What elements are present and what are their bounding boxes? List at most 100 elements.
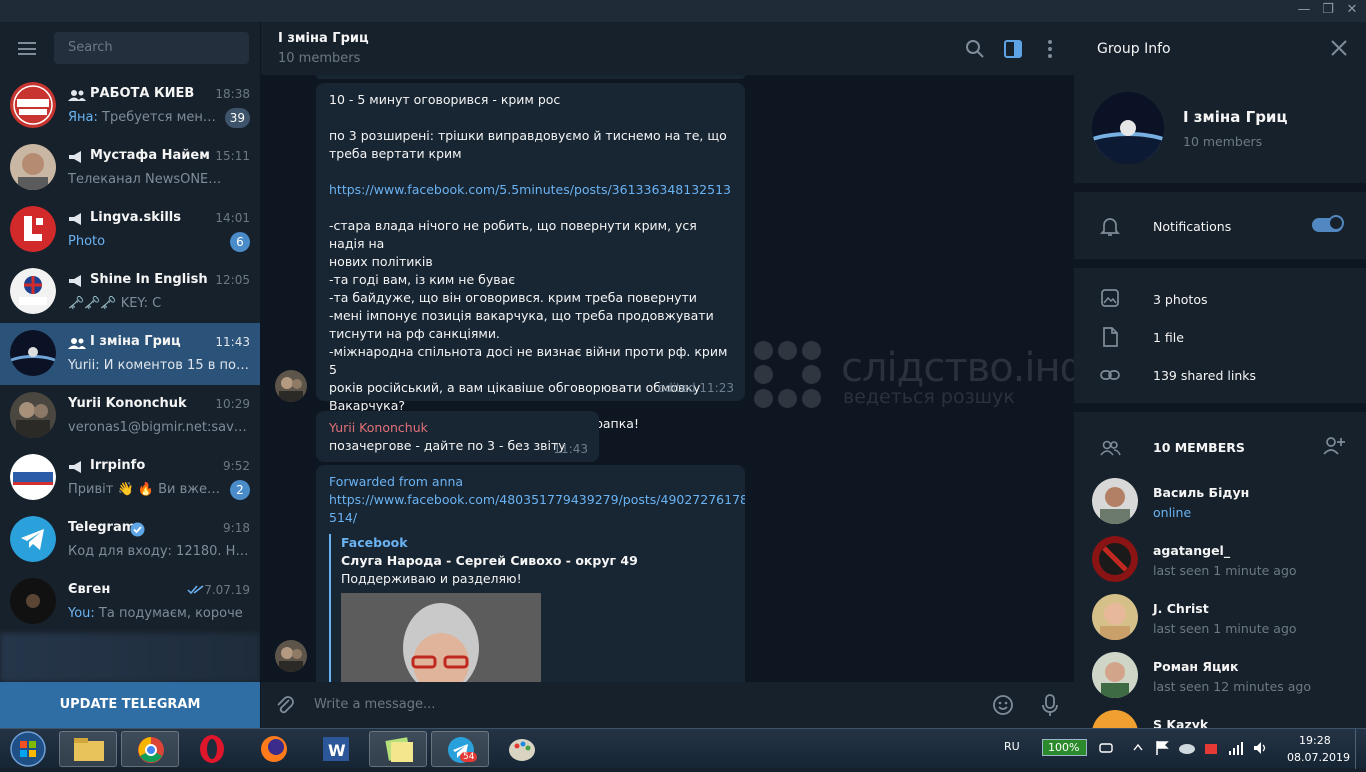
- members-section: 10 MEMBERS Василь Бідун online agatangel…: [1074, 412, 1366, 728]
- chat-item-lingva[interactable]: Lingva.skills 14:01 Photo 6: [0, 199, 260, 261]
- side-panel-toggle-icon[interactable]: [1002, 38, 1024, 60]
- close-icon[interactable]: [1330, 39, 1348, 57]
- avatar: [10, 454, 56, 500]
- unread-badge: 39: [224, 108, 250, 128]
- emoji-icon[interactable]: [992, 694, 1014, 716]
- member-avatar[interactable]: [1092, 536, 1138, 582]
- avatar: [10, 82, 56, 128]
- network-cloud-icon[interactable]: [1178, 740, 1196, 756]
- preview-image[interactable]: [341, 593, 541, 682]
- shared-photos[interactable]: 3 photos: [1153, 292, 1208, 307]
- message-history[interactable]: слідство.інфо ведеться розшук 10 - 5 мин…: [260, 75, 1074, 682]
- chat-time: 12:05: [215, 273, 250, 287]
- restore-button[interactable]: ❐: [1317, 2, 1339, 17]
- start-button-icon[interactable]: [8, 730, 48, 768]
- link-preview[interactable]: Facebook Слуга Народа - Сергей Сивохо - …: [329, 534, 732, 682]
- search-input[interactable]: Search: [54, 32, 249, 64]
- member-name[interactable]: Василь Бідун: [1153, 485, 1249, 500]
- message-line: тиснути на рф санкціями.: [329, 326, 500, 341]
- chat-item-mustafa[interactable]: Мустафа Найем 15:11 Телеканал NewsONE от…: [0, 137, 260, 199]
- taskbar-word[interactable]: W: [307, 731, 365, 767]
- search-icon[interactable]: [964, 38, 986, 60]
- signal-icon[interactable]: [1228, 740, 1244, 756]
- bell-icon: [1099, 218, 1121, 236]
- member-name[interactable]: Роман Яцик: [1153, 659, 1239, 674]
- panel-title: Group Info: [1097, 41, 1171, 57]
- close-window-button[interactable]: ✕: [1341, 2, 1363, 17]
- member-avatar[interactable]: [1092, 478, 1138, 524]
- taskbar-telegram[interactable]: 54: [431, 731, 489, 767]
- battery-indicator[interactable]: 100%: [1042, 739, 1087, 756]
- member-status: last seen 12 minutes ago: [1153, 679, 1312, 694]
- taskbar-chrome[interactable]: [121, 731, 179, 767]
- minimize-button[interactable]: —: [1293, 2, 1315, 17]
- chat-item-rabota-kiev[interactable]: РАБОТА КИЕВ 18:38 Яна: Требуется менедж.…: [0, 75, 260, 137]
- attach-icon[interactable]: [274, 694, 296, 716]
- volume-icon[interactable]: [1252, 740, 1268, 756]
- shared-files[interactable]: 1 file: [1153, 330, 1184, 345]
- member-avatar[interactable]: [1092, 652, 1138, 698]
- photo-icon: [1101, 289, 1119, 307]
- message-line: [329, 199, 732, 217]
- message-input[interactable]: Write a message...: [314, 697, 435, 712]
- member-avatar[interactable]: [1092, 710, 1138, 728]
- notifications-label: Notifications: [1153, 219, 1232, 234]
- member-name[interactable]: J. Christ: [1153, 601, 1209, 616]
- member-name[interactable]: agatangel_: [1153, 543, 1230, 558]
- language-indicator[interactable]: RU: [1004, 740, 1020, 753]
- shared-media-section: 3 photos 1 file 139 shared links: [1074, 268, 1366, 403]
- notifications-toggle[interactable]: [1312, 215, 1344, 232]
- sidebar-header: Search: [0, 22, 260, 75]
- update-telegram-button[interactable]: UPDATE TELEGRAM: [0, 682, 260, 728]
- windows-taskbar: W 54 RU 100% 19:28 08.07.2019: [0, 728, 1366, 769]
- chat-item-telegram[interactable]: Telegram 9:18 Код для входу: 12180. Не п…: [0, 509, 260, 571]
- chat-preview: Код для входу: 12180. Не по...: [68, 544, 250, 559]
- channel-icon: [69, 275, 81, 287]
- clock-date[interactable]: 08.07.2019: [1287, 751, 1350, 764]
- chat-title[interactable]: І зміна Гриц: [278, 31, 369, 46]
- message-link[interactable]: https://www.facebook.com/480351779439279…: [329, 491, 745, 509]
- hamburger-menu-icon[interactable]: [18, 42, 36, 55]
- notifications-row[interactable]: Notifications: [1074, 192, 1366, 259]
- chat-item-yurii-kononchuk[interactable]: Yurii Kononchuk 10:29 veronas1@bigmir.ne…: [0, 385, 260, 447]
- chat-preview: Yurii: И коментов 15 в подде...: [68, 358, 250, 373]
- taskbar-paint[interactable]: [493, 731, 551, 767]
- message-link[interactable]: https://www.facebook.com/5.5minutes/post…: [329, 181, 732, 199]
- member-avatar[interactable]: [1092, 594, 1138, 640]
- forwarded-from[interactable]: Forwarded from anna: [329, 473, 732, 491]
- chat-item-irrpinfo[interactable]: Irrpinfo 9:52 Привіт 👋 🔥 Ви вже ч... 2: [0, 447, 260, 509]
- clock-time[interactable]: 19:28: [1299, 734, 1331, 747]
- member-name[interactable]: S Kazyk: [1153, 717, 1208, 728]
- sender-avatar[interactable]: [275, 640, 307, 672]
- message-line: по 3 розширені: трішки виправдовуємо й т…: [329, 128, 727, 143]
- tray-expand-icon[interactable]: [1133, 743, 1143, 751]
- message-line: -мені імпонує позиція вакарчука, що треб…: [329, 308, 714, 323]
- microphone-icon[interactable]: [1039, 693, 1061, 717]
- message-link-cont[interactable]: 514/: [329, 509, 732, 527]
- shared-links[interactable]: 139 shared links: [1153, 368, 1256, 383]
- power-plug-icon[interactable]: [1098, 741, 1116, 755]
- chat-item-shine-in-english[interactable]: Shine In English 12:05 🗝️🗝️🗝️ KEY: C: [0, 261, 260, 323]
- show-desktop-button[interactable]: [1355, 729, 1366, 769]
- sender-avatar[interactable]: [275, 370, 307, 402]
- members-header: 10 MEMBERS: [1153, 440, 1245, 455]
- add-member-icon[interactable]: [1322, 435, 1346, 457]
- blurred-chat-item: [0, 633, 260, 682]
- more-options-icon[interactable]: [1039, 38, 1061, 60]
- chat-item-yevhen[interactable]: Євген 7.07.19 You: Та подумаєм, короче: [0, 571, 260, 633]
- message-line: нових політиків: [329, 254, 433, 269]
- message-bubble[interactable]: Yurii Kononchuk позачергове - дайте по 3…: [316, 411, 599, 462]
- taskbar-opera[interactable]: [183, 731, 241, 767]
- taskbar-explorer[interactable]: [59, 731, 117, 767]
- link-icon: [1100, 370, 1120, 380]
- message-bubble[interactable]: 10 - 5 минут оговорився - крим рос по 3 …: [316, 83, 745, 431]
- taskbar-sticky-notes[interactable]: [369, 731, 427, 767]
- action-center-flag-icon[interactable]: [1155, 740, 1169, 756]
- chat-item-i-zmina-hryts[interactable]: І зміна Гриц 11:43 Yurii: И коментов 15 …: [0, 323, 260, 385]
- message-sender[interactable]: Yurii Kononchuk: [329, 419, 586, 437]
- security-icon[interactable]: [1203, 740, 1219, 756]
- taskbar-firefox[interactable]: [245, 731, 303, 767]
- forwarded-message-bubble[interactable]: Forwarded from anna https://www.facebook…: [316, 465, 745, 682]
- group-avatar[interactable]: [1092, 92, 1164, 164]
- chat-preview: You: Та подумаєм, короче: [68, 606, 243, 621]
